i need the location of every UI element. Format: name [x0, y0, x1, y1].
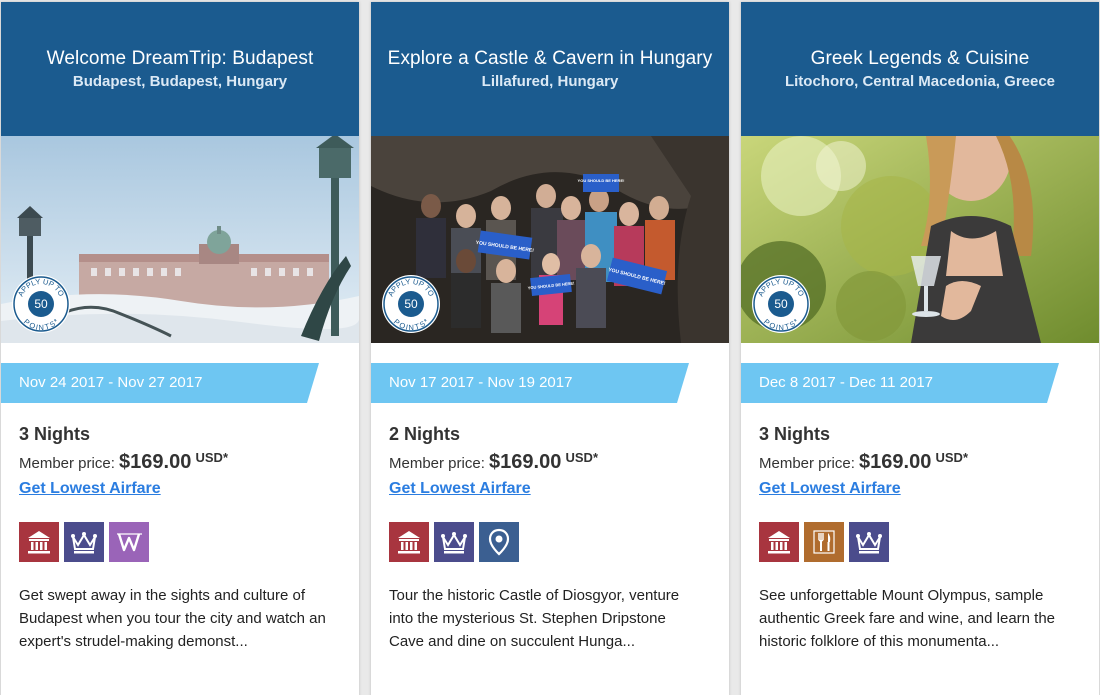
price-currency: USD*	[935, 450, 969, 465]
crown-icon[interactable]	[64, 522, 104, 562]
points-value: 50	[404, 297, 418, 311]
price-amount: $169.00	[119, 451, 192, 473]
price-label: Member price:	[19, 455, 115, 472]
points-value: 50	[34, 297, 48, 311]
card-header[interactable]: Greek Legends & Cuisine Litochoro, Centr…	[741, 2, 1099, 136]
points-badge: APPLY UP TO POINTS* 50	[381, 274, 441, 334]
price-label: Member price:	[389, 455, 485, 472]
date-strip: Nov 24 2017 - Nov 27 2017	[1, 363, 319, 403]
card-header[interactable]: Welcome DreamTrip: Budapest Budapest, Bu…	[1, 2, 359, 136]
points-badge: APPLY UP TO POINTS* 50	[11, 274, 71, 334]
museum-icon[interactable]	[389, 522, 429, 562]
price-line: Member price: $169.00 USD*	[19, 445, 341, 477]
crown-icon[interactable]	[849, 522, 889, 562]
trip-details: 3 Nights Member price: $169.00 USD* Get …	[741, 403, 1099, 653]
trip-nights: 3 Nights	[19, 424, 91, 444]
location-pin-icon[interactable]	[479, 522, 519, 562]
trip-image[interactable]: APPLY UP TO POINTS* 50	[1, 136, 359, 343]
points-value: 50	[774, 297, 788, 311]
trip-dates: Nov 24 2017 - Nov 27 2017	[19, 374, 203, 391]
trip-dates: Dec 8 2017 - Dec 11 2017	[759, 374, 934, 391]
trip-title[interactable]: Welcome DreamTrip: Budapest	[1, 47, 359, 71]
trip-card[interactable]: Explore a Castle & Cavern in Hungary Lil…	[371, 2, 729, 695]
trip-image[interactable]: APPLY UP TO POINTS* 50	[741, 136, 1099, 343]
category-icons	[19, 522, 341, 562]
crown-icon[interactable]	[434, 522, 474, 562]
points-badge: APPLY UP TO POINTS* 50	[751, 274, 811, 334]
price-amount: $169.00	[489, 451, 562, 473]
price-currency: USD*	[195, 450, 229, 465]
trip-title[interactable]: Explore a Castle & Cavern in Hungary	[371, 47, 729, 71]
category-icons	[389, 522, 711, 562]
category-icons	[759, 522, 1081, 562]
price-label: Member price:	[759, 455, 855, 472]
trip-image[interactable]: YOU SHOULD BE HERE! YOU SHOULD BE HERE! …	[371, 136, 729, 343]
image-sign-text: YOU SHOULD BE HERE!	[578, 178, 625, 183]
trip-description: Get swept away in the sights and culture…	[19, 587, 326, 650]
price-currency: USD*	[565, 450, 599, 465]
dining-icon[interactable]	[804, 522, 844, 562]
trip-description: Tour the historic Castle of Diosgyor, ve…	[389, 587, 680, 650]
w-icon[interactable]	[109, 522, 149, 562]
price-line: Member price: $169.00 USD*	[389, 445, 711, 477]
date-strip: Nov 17 2017 - Nov 19 2017	[371, 363, 689, 403]
card-header[interactable]: Explore a Castle & Cavern in Hungary Lil…	[371, 2, 729, 136]
museum-icon[interactable]	[19, 522, 59, 562]
trip-card[interactable]: Welcome DreamTrip: Budapest Budapest, Bu…	[1, 2, 359, 695]
trip-description: See unforgettable Mount Olympus, sample …	[759, 587, 1056, 650]
price-line: Member price: $169.00 USD*	[759, 445, 1081, 477]
trip-card[interactable]: Greek Legends & Cuisine Litochoro, Centr…	[741, 2, 1099, 695]
get-lowest-airfare-link[interactable]: Get Lowest Airfare	[759, 478, 901, 500]
trip-details: 2 Nights Member price: $169.00 USD* Get …	[371, 403, 729, 653]
trip-details: 3 Nights Member price: $169.00 USD* Get …	[1, 403, 359, 653]
trip-nights: 3 Nights	[759, 424, 831, 444]
trip-location: Budapest, Budapest, Hungary	[72, 73, 288, 90]
trip-nights: 2 Nights	[389, 424, 461, 444]
museum-icon[interactable]	[759, 522, 799, 562]
date-strip: Dec 8 2017 - Dec 11 2017	[741, 363, 1059, 403]
get-lowest-airfare-link[interactable]: Get Lowest Airfare	[19, 478, 161, 500]
trip-location: Lillafured, Hungary	[481, 73, 619, 90]
trip-dates: Nov 17 2017 - Nov 19 2017	[389, 374, 573, 391]
trip-title[interactable]: Greek Legends & Cuisine	[741, 47, 1099, 71]
get-lowest-airfare-link[interactable]: Get Lowest Airfare	[389, 478, 531, 500]
trip-location: Litochoro, Central Macedonia, Greece	[784, 73, 1056, 90]
price-amount: $169.00	[859, 451, 932, 473]
